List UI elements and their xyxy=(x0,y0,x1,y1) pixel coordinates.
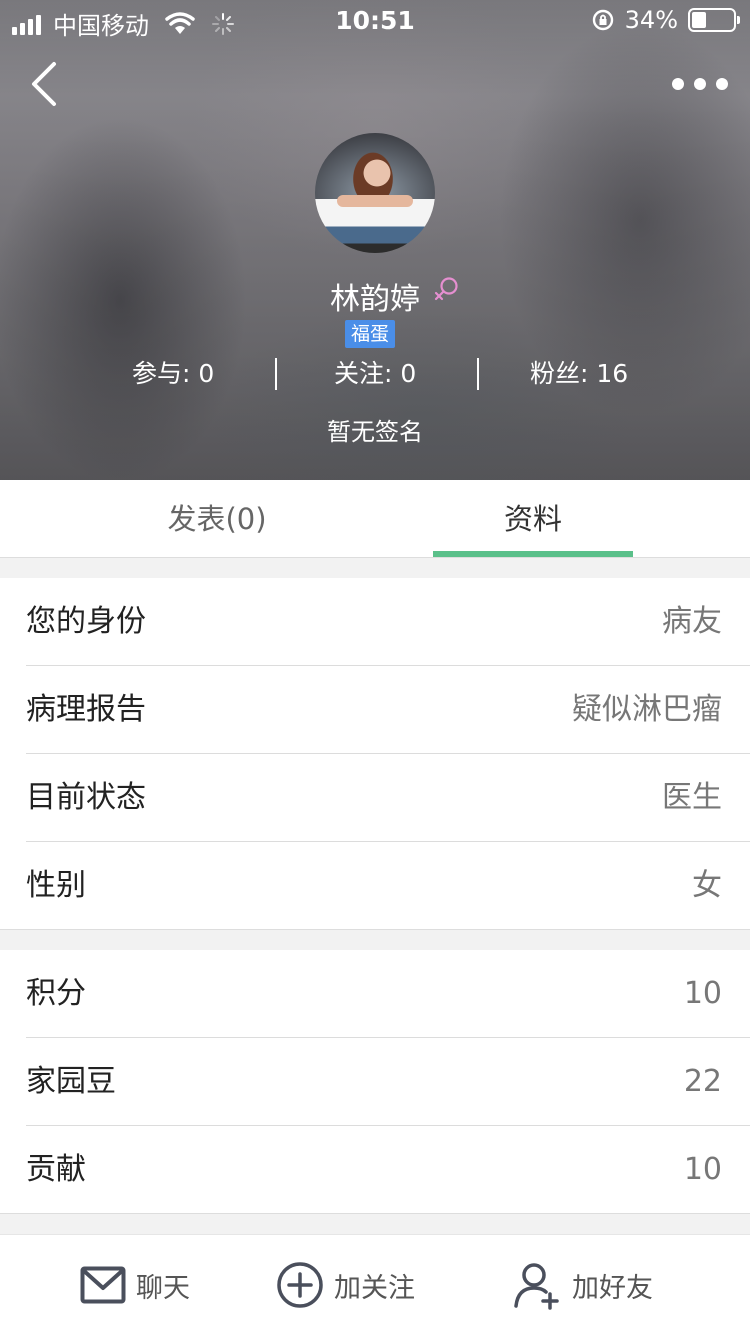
divider xyxy=(0,929,750,930)
info-value: 病友 xyxy=(662,604,722,639)
info-row-points: 积分 10 xyxy=(26,950,750,1038)
more-options-button[interactable] xyxy=(672,66,728,102)
stat-divider xyxy=(275,358,277,390)
follow-button[interactable]: 加关注 xyxy=(276,1235,415,1334)
info-row-pathology: 病理报告 疑似淋巴瘤 xyxy=(26,666,750,754)
stat-participation[interactable]: 参与: 0 xyxy=(132,356,214,392)
divider xyxy=(0,1213,750,1214)
mail-icon xyxy=(80,1266,126,1304)
info-label: 性别 xyxy=(26,868,86,903)
info-value: 22 xyxy=(683,1064,722,1099)
profile-header: 中国移动 10:51 34% 林韵婷 福蛋 参与: 0 关注: 0 粉丝: 16… xyxy=(0,0,750,480)
stat-followers[interactable]: 粉丝: 16 xyxy=(530,356,628,392)
info-label: 病理报告 xyxy=(26,692,146,727)
battery-percent: 34% xyxy=(624,6,678,34)
add-friend-label: 加好友 xyxy=(572,1272,653,1304)
profile-info-list: 您的身份 病友 病理报告 疑似淋巴瘤 目前状态 医生 性别 女 xyxy=(0,578,750,930)
add-user-icon xyxy=(514,1263,559,1310)
info-label: 您的身份 xyxy=(26,604,146,639)
info-row-identity: 您的身份 病友 xyxy=(26,578,750,666)
stat-divider xyxy=(477,358,479,390)
chat-button[interactable]: 聊天 xyxy=(80,1235,190,1334)
info-value: 10 xyxy=(683,976,722,1011)
info-label: 贡献 xyxy=(26,1152,86,1187)
info-row-gender: 性别 女 xyxy=(26,842,750,930)
status-bar: 中国移动 10:51 34% xyxy=(0,0,750,40)
plus-circle-icon xyxy=(277,1262,323,1308)
orientation-lock-icon xyxy=(592,9,613,31)
female-gender-icon xyxy=(434,277,458,301)
info-value: 疑似淋巴瘤 xyxy=(572,692,722,727)
info-label: 积分 xyxy=(26,976,86,1011)
add-friend-button[interactable]: 加好友 xyxy=(512,1235,653,1334)
points-info-list: 积分 10 家园豆 22 贡献 10 xyxy=(0,950,750,1214)
bottom-action-bar: 聊天 加关注 加好友 xyxy=(0,1234,750,1334)
info-value: 女 xyxy=(692,868,722,903)
info-value: 医生 xyxy=(662,780,722,815)
info-label: 目前状态 xyxy=(26,780,146,815)
info-label: 家园豆 xyxy=(26,1064,116,1099)
chevron-left-icon xyxy=(32,62,56,106)
user-name: 林韵婷 xyxy=(330,282,420,317)
more-dot-icon xyxy=(672,78,684,90)
avatar[interactable] xyxy=(315,133,435,253)
chat-label: 聊天 xyxy=(136,1272,190,1304)
tab-profile-info[interactable]: 资料 xyxy=(433,480,633,558)
follow-label: 加关注 xyxy=(334,1272,415,1304)
more-dot-icon xyxy=(716,78,728,90)
tab-posts[interactable]: 发表(0) xyxy=(117,480,317,558)
user-stats: 参与: 0 关注: 0 粉丝: 16 xyxy=(0,356,750,392)
back-button[interactable] xyxy=(22,56,72,112)
info-row-beans: 家园豆 22 xyxy=(26,1038,750,1126)
info-row-status: 目前状态 医生 xyxy=(26,754,750,842)
profile-tabs: 发表(0) 资料 xyxy=(0,480,750,558)
user-badge: 福蛋 xyxy=(345,320,396,348)
user-signature: 暂无签名 xyxy=(327,418,423,446)
stat-following[interactable]: 关注: 0 xyxy=(334,356,416,392)
info-value: 10 xyxy=(683,1152,722,1187)
more-dot-icon xyxy=(694,78,706,90)
active-tab-indicator xyxy=(433,551,633,557)
battery-icon xyxy=(688,8,740,32)
info-row-contribution: 贡献 10 xyxy=(26,1126,750,1214)
